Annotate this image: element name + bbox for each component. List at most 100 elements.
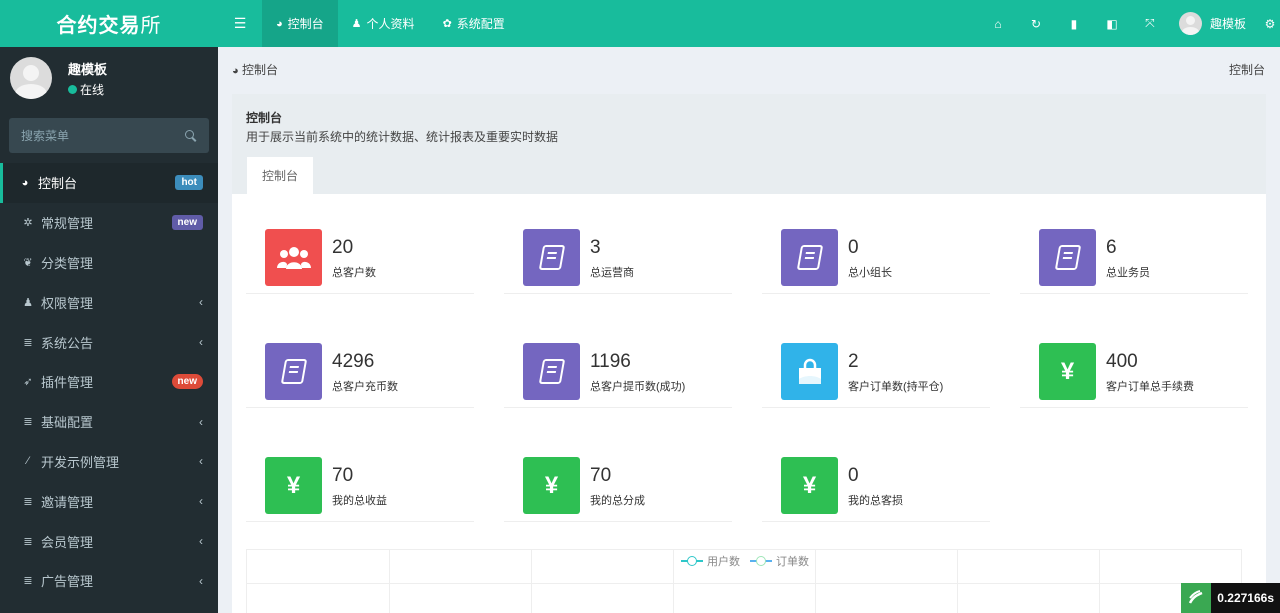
- yen-symbol: ¥: [802, 471, 817, 499]
- tab-label: 个人资料: [366, 17, 415, 31]
- stat-card: ¥70 我的总分成: [504, 445, 732, 522]
- sidebar-toggle-button[interactable]: ☰: [218, 0, 262, 47]
- brand-main: 合约交易: [56, 15, 141, 37]
- stat-value: 0: [848, 237, 859, 258]
- list-icon: ≣: [23, 495, 33, 508]
- panel-tab-dashboard[interactable]: 控制台: [247, 157, 313, 194]
- stat-card: 20 总客户数: [246, 217, 474, 294]
- stat-label: 客户订单数(持平仓): [848, 381, 944, 393]
- yen-symbol: ¥: [286, 471, 301, 499]
- sidebar-item-label: 插件管理: [41, 375, 94, 391]
- trash-icon[interactable]: ▮: [1055, 17, 1093, 31]
- home-icon[interactable]: ⌂: [979, 17, 1017, 31]
- panel-title: 控制台: [246, 111, 283, 125]
- chevron-left-icon: ‹: [199, 295, 203, 310]
- tab-label: 控制台: [287, 17, 324, 31]
- stat-label: 客户订单总手续费: [1106, 381, 1194, 393]
- stat-card: 4296 总客户充币数: [246, 331, 474, 408]
- stat-value: 2: [848, 351, 859, 372]
- breadcrumb-left-label: 控制台: [242, 63, 279, 77]
- yen-symbol: ¥: [1060, 357, 1075, 385]
- stat-card: ¥400 客户订单总手续费: [1020, 331, 1248, 408]
- dashboard-icon: ◕: [21, 176, 29, 189]
- stat-value: 1196: [590, 351, 631, 372]
- legend-label: 订单数: [776, 556, 809, 568]
- chevron-left-icon: ‹: [199, 335, 203, 350]
- yen-icon: ¥: [265, 457, 322, 514]
- sidebar-item[interactable]: ≣ 邀请管理 ‹: [0, 481, 218, 521]
- stat-card: ¥0 我的总客损: [762, 445, 990, 522]
- sidebar-item[interactable]: ♟ 权限管理 ‹: [0, 282, 218, 322]
- sidebar-item[interactable]: ≣ 会员管理 ‹: [0, 521, 218, 561]
- sidebar-item[interactable]: ≣ 基础配置 ‹: [0, 402, 218, 442]
- chevron-left-icon: ‹: [199, 573, 203, 588]
- tab-dashboard[interactable]: ◕ 控制台: [262, 0, 338, 47]
- breadcrumb-right: 控制台: [1228, 63, 1265, 77]
- settings-icon[interactable]: ⚙: [1260, 17, 1280, 31]
- stat-label: 总小组长: [848, 267, 892, 279]
- brand-logo[interactable]: 合约交易所: [0, 0, 218, 47]
- list-icon: ≣: [23, 535, 33, 548]
- user-panel: 趣模板 在线: [0, 47, 218, 109]
- tab-profile[interactable]: ♟ 个人资料: [338, 0, 429, 47]
- list-icon: ≣: [23, 336, 33, 349]
- chart-legend: 用户数 订单数: [681, 553, 819, 569]
- stat-card: 3 总运营商: [504, 217, 732, 294]
- stat-label: 我的总收益: [332, 495, 387, 507]
- header-avatar[interactable]: [1178, 12, 1202, 35]
- chart-gridline: [247, 583, 1241, 584]
- stat-card: 1196 总客户提币数(成功): [504, 331, 732, 408]
- stat-label: 总客户数: [332, 267, 376, 279]
- sidebar-item[interactable]: ◕ 控制台 hot: [0, 163, 218, 203]
- stat-label: 我的总客损: [848, 495, 903, 507]
- menu-badge: new: [171, 215, 203, 231]
- legend-item-users[interactable]: 用户数: [681, 553, 740, 569]
- chart-gridline: [389, 550, 390, 613]
- menu-badge: hot: [175, 175, 203, 191]
- sidebar-item[interactable]: ➶ 插件管理 new: [0, 362, 218, 402]
- sidebar-item-label: 基础配置: [41, 415, 94, 431]
- fullscreen-icon[interactable]: ⤧: [1131, 16, 1169, 31]
- user-name: 趣模板: [68, 61, 108, 77]
- chevron-left-icon: ‹: [199, 534, 203, 549]
- cog-icon: ✿: [442, 18, 452, 30]
- yen-icon: ¥: [781, 457, 838, 514]
- stat-value: 400: [1106, 351, 1138, 372]
- brand-suffix: 所: [140, 15, 162, 37]
- sidebar-item-label: 分类管理: [41, 255, 94, 271]
- yen-icon: ¥: [523, 457, 580, 514]
- search-input[interactable]: [21, 128, 171, 143]
- stat-label: 我的总分成: [590, 495, 645, 507]
- sidebar: 合约交易所 趣模板 在线 ◕控制台hot✲常规管理new❦分类管理♟权限管理‹≣…: [0, 0, 218, 613]
- header-user-name[interactable]: 趣模板: [1210, 15, 1246, 32]
- language-icon[interactable]: ◧: [1093, 17, 1131, 31]
- sidebar-search: [9, 118, 209, 153]
- stat-value: 70: [590, 465, 612, 486]
- book-icon: [523, 343, 580, 400]
- refresh-icon[interactable]: ↻: [1017, 17, 1055, 31]
- stat-label: 总业务员: [1106, 267, 1150, 279]
- shopping-bag-icon: [781, 343, 838, 400]
- search-icon[interactable]: [185, 129, 197, 142]
- sidebar-item[interactable]: ❦ 分类管理: [0, 243, 218, 283]
- sidebar-item-label: 系统公告: [41, 335, 94, 351]
- leaf-icon: ❦: [23, 256, 33, 269]
- tab-system-config[interactable]: ✿ 系统配置: [429, 0, 519, 47]
- hamburger-icon: ☰: [233, 15, 247, 31]
- sidebar-item[interactable]: ≣ 系统公告 ‹: [0, 322, 218, 362]
- sidebar-item-label: 会员管理: [41, 534, 94, 550]
- chart-gridline: [673, 550, 674, 613]
- sidebar-item[interactable]: ≣ 广告管理 ‹: [0, 561, 218, 601]
- sidebar-item[interactable]: ⁄ 开发示例管理 ‹: [0, 442, 218, 482]
- stat-value: 20: [332, 237, 354, 258]
- main-content: ◕ 控制台 控制台 控制台 用于展示当前系统中的统计数据、统计报表及重要实时数据…: [218, 47, 1280, 613]
- breadcrumb-current[interactable]: ◕ 控制台: [232, 61, 278, 78]
- sidebar-item[interactable]: ✲ 常规管理 new: [0, 203, 218, 243]
- stat-label: 总客户提币数(成功): [590, 381, 686, 393]
- legend-item-orders[interactable]: 订单数: [750, 553, 809, 569]
- user-status-text: 在线: [80, 82, 105, 97]
- debug-timer[interactable]: 0.227166s: [1181, 583, 1280, 613]
- stat-value: 6: [1106, 237, 1117, 258]
- chevron-left-icon: ‹: [199, 494, 203, 509]
- breadcrumb: ◕ 控制台 控制台: [218, 47, 1280, 92]
